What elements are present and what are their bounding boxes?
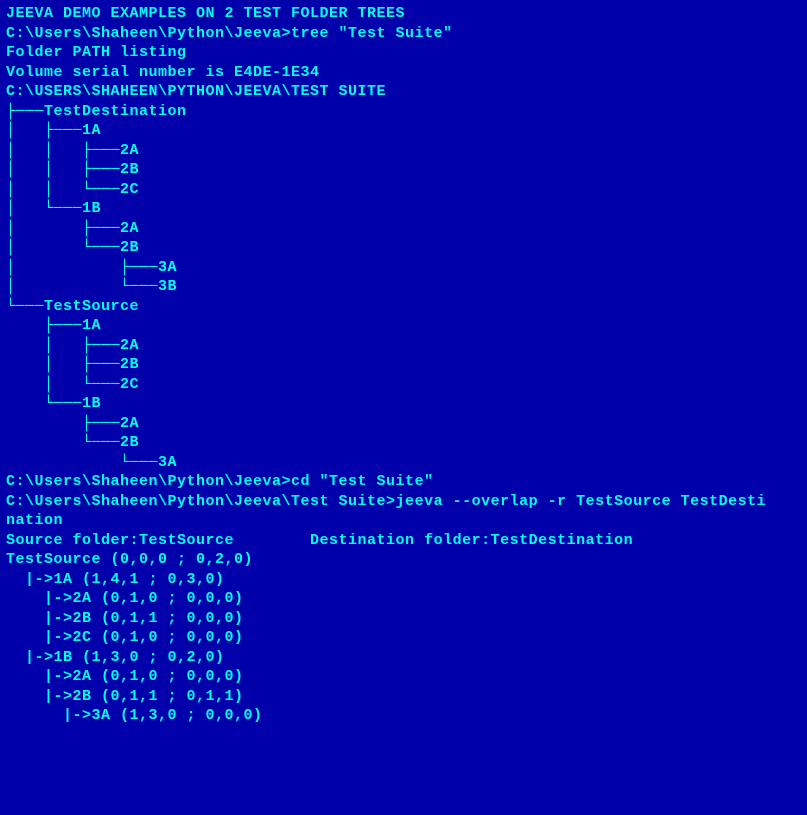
terminal-line: C:\Users\Shaheen\Python\Jeeva\Test Suite… — [6, 492, 801, 512]
terminal-line: |->2A (0,1,0 ; 0,0,0) — [6, 667, 801, 687]
terminal-window[interactable]: JEEVA DEMO EXAMPLES ON 2 TEST FOLDER TRE… — [6, 4, 801, 811]
terminal-line: nation — [6, 511, 801, 531]
terminal-line: C:\USERS\SHAHEEN\PYTHON\JEEVA\TEST SUITE — [6, 82, 801, 102]
terminal-line: |->2A (0,1,0 ; 0,0,0) — [6, 589, 801, 609]
terminal-line: ├───1A — [6, 316, 801, 336]
terminal-line: │ └───3B — [6, 277, 801, 297]
terminal-line: │ └───2B — [6, 238, 801, 258]
terminal-line: └───TestSource — [6, 297, 801, 317]
terminal-line: |->1A (1,4,1 ; 0,3,0) — [6, 570, 801, 590]
terminal-line: │ ├───2A — [6, 336, 801, 356]
terminal-line: JEEVA DEMO EXAMPLES ON 2 TEST FOLDER TRE… — [6, 4, 801, 24]
terminal-line: |->3A (1,3,0 ; 0,0,0) — [6, 706, 801, 726]
terminal-line: │ ├───1A — [6, 121, 801, 141]
terminal-line: |->1B (1,3,0 ; 0,2,0) — [6, 648, 801, 668]
terminal-line: │ ├───2A — [6, 219, 801, 239]
terminal-line: Folder PATH listing — [6, 43, 801, 63]
terminal-line: |->2C (0,1,0 ; 0,0,0) — [6, 628, 801, 648]
terminal-line: │ ├───3A — [6, 258, 801, 278]
terminal-line: Volume serial number is E4DE-1E34 — [6, 63, 801, 83]
terminal-line: │ │ └───2C — [6, 180, 801, 200]
terminal-line: │ └───1B — [6, 199, 801, 219]
terminal-line: │ ├───2B — [6, 355, 801, 375]
terminal-line: │ │ ├───2B — [6, 160, 801, 180]
terminal-line: |->2B (0,1,1 ; 0,0,0) — [6, 609, 801, 629]
terminal-line: C:\Users\Shaheen\Python\Jeeva>tree "Test… — [6, 24, 801, 44]
terminal-line: C:\Users\Shaheen\Python\Jeeva>cd "Test S… — [6, 472, 801, 492]
terminal-line: Source folder:TestSource Destination fol… — [6, 531, 801, 551]
terminal-line: ├───TestDestination — [6, 102, 801, 122]
terminal-line: TestSource (0,0,0 ; 0,2,0) — [6, 550, 801, 570]
terminal-line: │ │ ├───2A — [6, 141, 801, 161]
terminal-line: └───1B — [6, 394, 801, 414]
terminal-line: |->2B (0,1,1 ; 0,1,1) — [6, 687, 801, 707]
terminal-line: └───2B — [6, 433, 801, 453]
terminal-line: │ └───2C — [6, 375, 801, 395]
terminal-line: └───3A — [6, 453, 801, 473]
terminal-line: ├───2A — [6, 414, 801, 434]
